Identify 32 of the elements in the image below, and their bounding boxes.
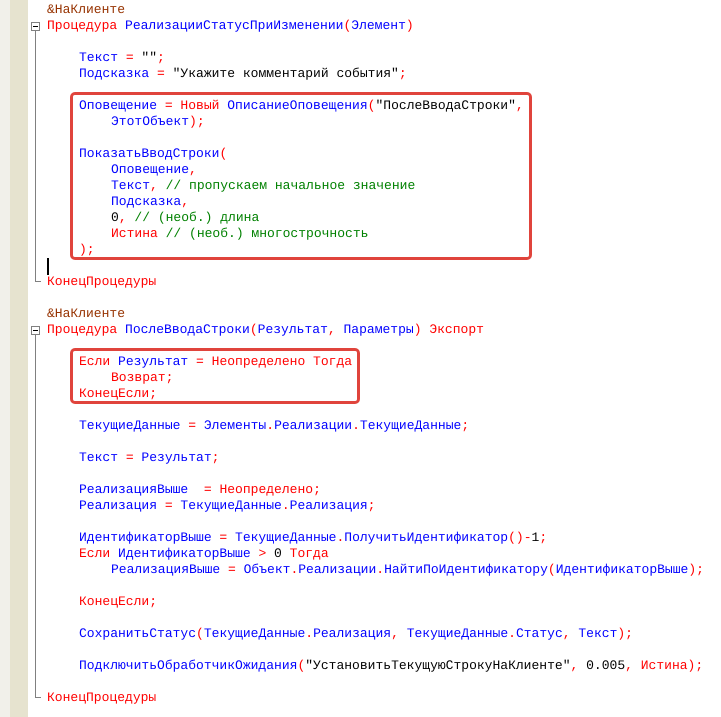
code-line: Текст, // пропускаем начальное значение [111,178,416,194]
code-line: Процедура ПослеВводаСтроки(Результат, Параметры) Экспорт [47,322,484,338]
code-line: Реализация = ТекущиеДанные.Реализация; [79,498,376,514]
code-line: ИдентификаторВыше = ТекущиеДанные.ПолучитьИдентификатор()-1; [79,530,548,546]
collapse-toggle[interactable] [31,326,40,335]
code-line: РеализацияВыше = Неопределено; [79,482,321,498]
code-line: Подсказка = "Укажите комментарий события"; [79,66,407,82]
code-line: КонецПроцедуры [47,274,156,290]
code-line: Текст = Результат; [79,450,220,466]
code-line: Процедура РеализацииСтатусПриИзменении(Элемент) [47,18,414,34]
code-line: &НаКлиенте [47,2,126,18]
code-line: Если ИдентификаторВыше > 0 Тогда [79,546,329,562]
code-line: Оповещение, [111,162,197,178]
code-line: КонецЕсли; [79,594,158,610]
code-line: КонецПроцедуры [47,690,156,706]
code-line: Подсказка, [111,194,190,210]
code-line: ПоказатьВводСтроки( [79,146,228,162]
code-line: ТекущиеДанные = Элементы.Реализации.ТекущиеДанные; [79,418,470,434]
code-line: &НаКлиенте [47,306,126,322]
code-line: ); [79,242,95,258]
code-line: Оповещение = Новый ОписаниеОповещения("ПослеВводаСтроки", [79,98,524,114]
code-line: Истина // (необ.) многострочность [111,226,368,242]
code-line: Если Результат = Неопределено Тогда [79,354,352,370]
code-line: Текст = ""; [79,50,165,66]
collapse-toggle[interactable] [31,22,40,31]
code-line: ПодключитьОбработчикОжидания("УстановитьТекущуюСтрокуНаКлиенте", 0.005, Истина); [79,658,704,674]
code-line: 0, // (необ.) длина [111,210,260,226]
code-line: Возврат; [111,370,174,386]
code-line: КонецЕсли; [79,386,158,402]
code-line: СохранитьСтатус(ТекущиеДанные.Реализация, ТекущиеДанные.Статус, Текст); [79,626,633,642]
code-line: РеализацияВыше = Объект.Реализации.НайтиПоИдентификатору(ИдентификаторВыше); [111,562,704,578]
code-line: ЭтотОбъект); [111,114,205,130]
